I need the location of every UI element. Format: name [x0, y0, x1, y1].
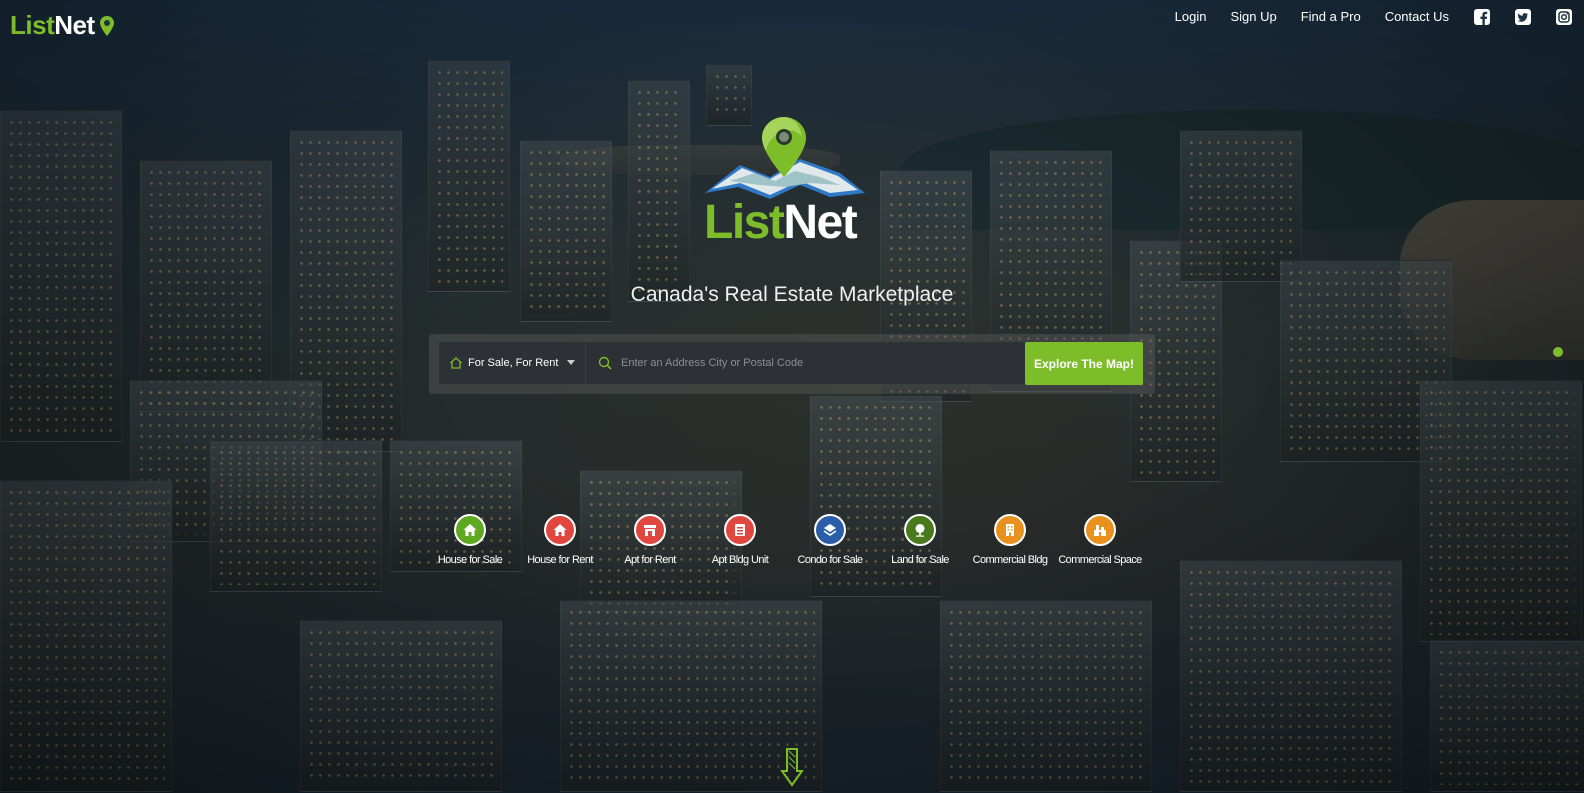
category-label: Apt for Rent — [624, 554, 676, 566]
category-condo-for-sale[interactable]: Condo for Sale — [785, 514, 875, 568]
home-icon — [450, 357, 462, 369]
category-badge — [544, 514, 576, 546]
category-land-for-sale[interactable]: Land for Sale — [875, 514, 965, 568]
listing-type-value: For Sale, For Rent — [468, 357, 559, 369]
house-icon — [463, 524, 477, 536]
category-label: Commercial Space — [1058, 554, 1142, 566]
instagram-icon[interactable] — [1555, 8, 1572, 25]
address-search-input[interactable] — [619, 356, 1003, 370]
hero-logo-text-white: Net — [783, 196, 857, 249]
scroll-down-arrow-icon[interactable] — [780, 747, 804, 787]
login-link[interactable]: Login — [1175, 9, 1207, 24]
category-badge — [454, 514, 486, 546]
category-label: Land for Sale — [891, 554, 949, 566]
listing-type-dropdown[interactable]: For Sale, For Rent — [439, 342, 586, 384]
category-badge — [904, 514, 936, 546]
hero-logo-wordmark: ListNet — [704, 195, 858, 250]
category-badge — [724, 514, 756, 546]
slide-indicator-dot[interactable] — [1553, 347, 1563, 357]
house-icon — [553, 524, 567, 536]
sign-up-link[interactable]: Sign Up — [1230, 9, 1276, 24]
category-apt-for-rent[interactable]: Apt for Rent — [605, 514, 695, 568]
hero-logo-text-green: List — [704, 196, 785, 249]
hero-tagline: Canada's Real Estate Marketplace — [630, 283, 954, 306]
tree-icon — [915, 524, 925, 537]
find-a-pro-link[interactable]: Find a Pro — [1301, 9, 1361, 24]
search-panel: For Sale, For Rent Explore The Map! — [429, 334, 1155, 394]
commercial-space-icon — [1094, 525, 1106, 536]
building-list-icon — [735, 524, 745, 536]
search-icon — [598, 356, 612, 370]
category-label: House for Sale — [437, 554, 503, 566]
facebook-icon[interactable] — [1473, 8, 1490, 25]
category-house-for-sale[interactable]: House for Sale — [425, 514, 515, 568]
category-apt-bldg-unit[interactable]: Apt Bldg Unit — [695, 514, 785, 568]
top-navigation-bar: List Net Login Sign Up Find a Pro Contact… — [0, 0, 1584, 50]
header-nav: Login Sign Up Find a Pro Contact Us — [1151, 8, 1572, 25]
category-badge — [634, 514, 666, 546]
address-search — [589, 342, 1017, 384]
category-label: Apt Bldg Unit — [711, 554, 769, 566]
category-badge — [994, 514, 1026, 546]
map-pin-icon — [99, 15, 114, 36]
layers-icon — [823, 524, 837, 536]
category-label: Condo for Sale — [797, 554, 864, 566]
category-label: Commercial Bldg — [972, 554, 1048, 566]
header-logo[interactable]: List Net — [10, 10, 115, 41]
category-badge — [1084, 514, 1116, 546]
category-commercial-space[interactable]: Commercial Space — [1055, 514, 1145, 568]
office-building-icon — [1006, 524, 1014, 536]
header-logo-text-white: Net — [54, 10, 95, 40]
category-commercial-bldg[interactable]: Commercial Bldg — [965, 514, 1055, 568]
header-logo-text-green: List — [10, 10, 55, 40]
category-label: House for Rent — [527, 554, 593, 566]
category-house-for-rent[interactable]: House for Rent — [515, 514, 605, 568]
search-bar: For Sale, For Rent Explore The Map! — [439, 342, 1143, 385]
storefront-icon — [644, 525, 656, 536]
explore-map-button[interactable]: Explore The Map! — [1025, 342, 1143, 385]
contact-us-link[interactable]: Contact Us — [1385, 9, 1449, 24]
twitter-icon[interactable] — [1514, 8, 1531, 25]
chevron-down-icon — [567, 360, 575, 365]
category-badge — [814, 514, 846, 546]
